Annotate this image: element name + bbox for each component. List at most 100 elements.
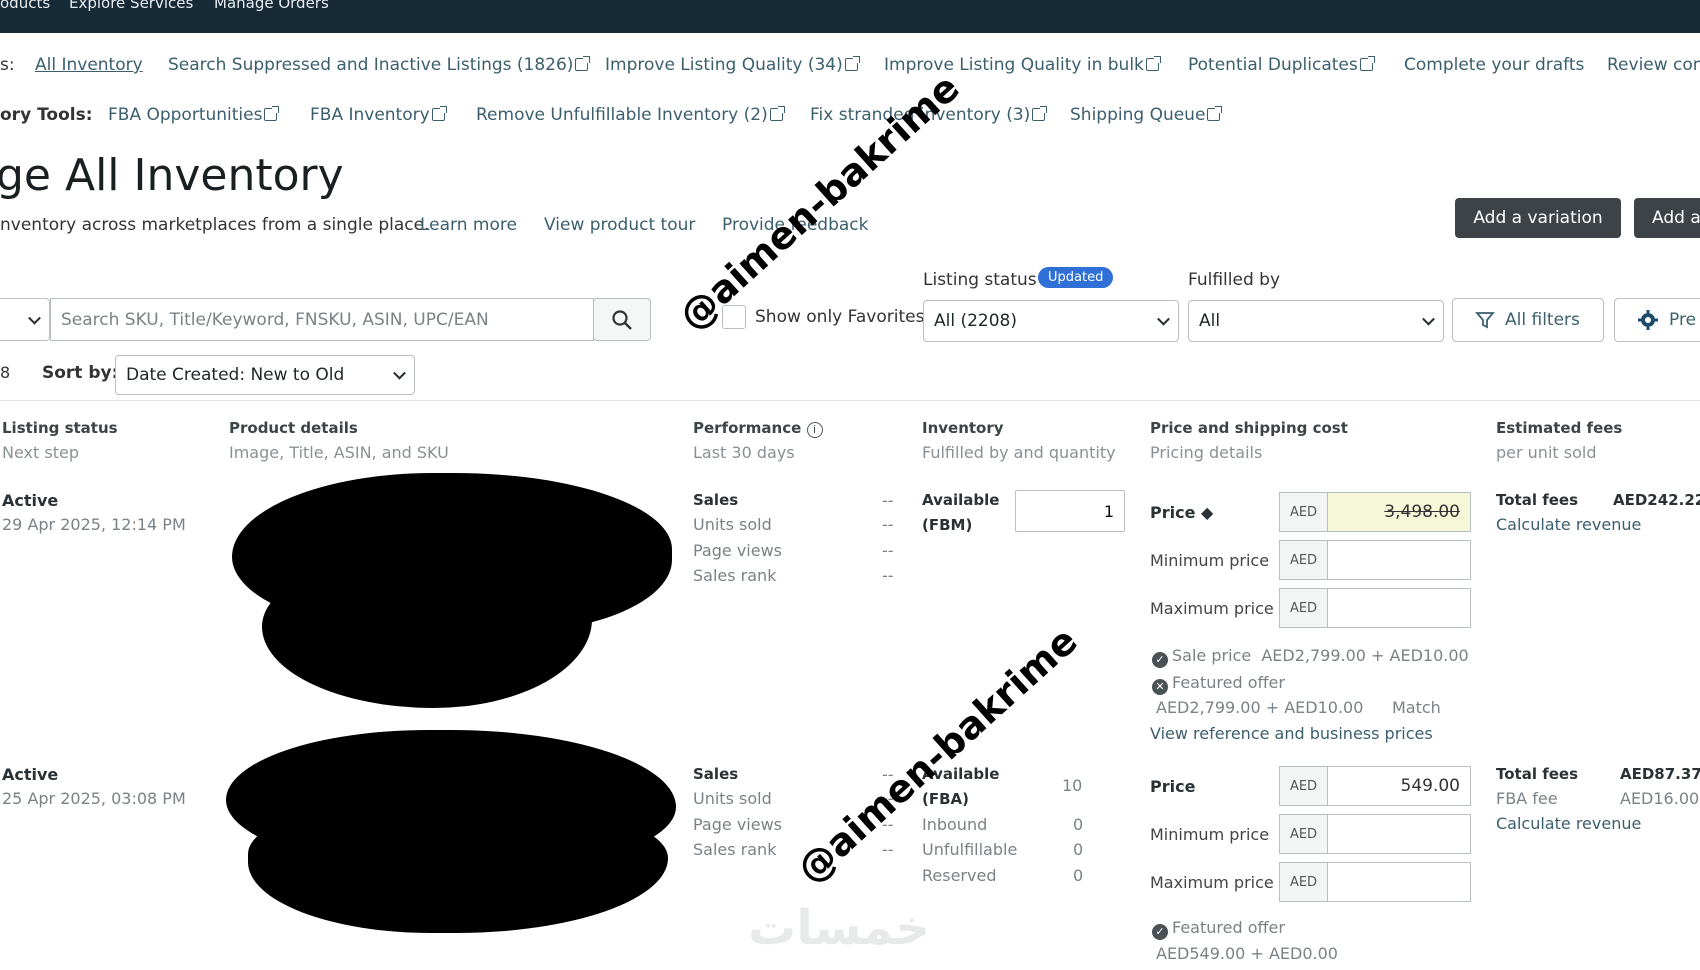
chevron-down-icon (1422, 312, 1435, 326)
fba-fee-label: FBA fee (1496, 789, 1558, 808)
fulfilled-by-select[interactable]: All (1188, 300, 1444, 342)
nav-products[interactable]: oducts (0, 0, 50, 12)
col-estimated-fees-sub: per unit sold (1496, 443, 1597, 462)
fulfilled-by-label: Fulfilled by (1188, 270, 1281, 290)
views-label: s: (0, 55, 15, 75)
external-link-icon (264, 106, 280, 121)
inv-reserved-label: Reserved (922, 866, 997, 885)
external-link-icon (1145, 56, 1161, 71)
price-input[interactable]: AED 3,498.00 (1279, 492, 1471, 532)
view-reference-prices-link[interactable]: View reference and business prices (1150, 724, 1433, 743)
max-price-input[interactable]: AED (1279, 588, 1471, 628)
link-improve-quality[interactable]: Improve Listing Quality (34) (605, 55, 860, 75)
row-date: 25 Apr 2025, 03:08 PM (2, 789, 186, 808)
sort-select[interactable]: Date Created: New to Old (115, 355, 415, 395)
page-subtitle: nventory across marketplaces from a sing… (0, 215, 430, 235)
col-listing-status: Listing status (2, 419, 118, 437)
sale-price-row: ✓ Sale price AED2,799.00 + AED10.00 (1152, 646, 1469, 668)
link-improve-quality-bulk[interactable]: Improve Listing Quality in bulk (884, 55, 1161, 75)
filter-icon (1475, 312, 1495, 329)
preferences-label: Pre (1669, 310, 1697, 330)
quantity-value: 1 (1103, 502, 1114, 521)
link-fba-inventory[interactable]: FBA Inventory (310, 105, 447, 125)
product-tour-link[interactable]: View product tour (544, 215, 695, 235)
redacted-product-details (248, 800, 668, 933)
col-performance-sub: Last 30 days (693, 443, 795, 462)
x-circle-icon: ✕ (1152, 679, 1168, 695)
featured-offer-row: ✓ Featured offer (1152, 918, 1285, 940)
link-suppressed-listings[interactable]: Search Suppressed and Inactive Listings … (168, 55, 591, 75)
nav-manage-orders[interactable]: Manage Orders (214, 0, 329, 12)
favorites-label: Show only Favorites (755, 307, 925, 327)
sort-value: Date Created: New to Old (126, 365, 345, 385)
listing-status-label: Listing status (923, 270, 1037, 290)
listing-status-value: All (2208) (934, 311, 1018, 331)
col-inventory-sub: Fulfilled by and quantity (922, 443, 1116, 462)
all-filters-button[interactable]: All filters (1452, 298, 1604, 342)
link-complete-drafts[interactable]: Complete your drafts (1404, 55, 1584, 75)
perf-views: Page views (693, 815, 782, 834)
page-title: ge All Inventory (0, 150, 344, 201)
link-potential-duplicates[interactable]: Potential Duplicates (1188, 55, 1375, 75)
info-icon[interactable]: i (806, 422, 823, 438)
row-date: 29 Apr 2025, 12:14 PM (2, 515, 186, 534)
col-listing-status-sub: Next step (2, 443, 79, 462)
row-status: Active (2, 765, 59, 784)
add-variation-button[interactable]: Add a variation (1455, 198, 1621, 238)
max-price-input[interactable]: AED (1279, 862, 1471, 902)
link-review[interactable]: Review com (1607, 55, 1700, 75)
preferences-button[interactable]: Pre (1614, 298, 1700, 342)
col-product-details: Product details (229, 419, 358, 437)
row-status: Active (2, 491, 59, 510)
perf-rank-value: -- (882, 566, 894, 585)
external-link-icon (769, 106, 785, 121)
link-remove-unfulfillable[interactable]: Remove Unfulfillable Inventory (2) (476, 105, 785, 125)
min-price-input[interactable]: AED (1279, 814, 1471, 854)
quantity-input[interactable]: 1 (1015, 490, 1125, 532)
chevron-down-icon (393, 366, 406, 380)
inv-inbound-value: 0 (1073, 815, 1084, 834)
featured-offer-value: AED549.00 + AED0.00 (1156, 944, 1338, 963)
perf-rank: Sales rank (693, 840, 777, 859)
max-price-label: Maximum price (1150, 873, 1274, 892)
search-scope-select[interactable] (0, 298, 50, 341)
total-fees-value: AED87.37 (1620, 765, 1700, 783)
currency-tag: AED (1280, 589, 1328, 627)
link-fba-opportunities[interactable]: FBA Opportunities (108, 105, 280, 125)
external-link-icon (1032, 106, 1048, 121)
chevron-down-icon (1157, 312, 1170, 326)
listing-status-select[interactable]: All (2208) (923, 300, 1179, 342)
add-product-button[interactable]: Add a (1634, 198, 1700, 238)
divider (0, 400, 1700, 401)
search-button[interactable] (593, 298, 651, 341)
tab-all-inventory[interactable]: All Inventory (35, 55, 143, 75)
learn-more-link[interactable]: Learn more (420, 215, 517, 235)
currency-tag: AED (1280, 815, 1328, 853)
inv-available-value: 10 (1062, 776, 1083, 795)
col-price-sub: Pricing details (1150, 443, 1263, 462)
watermark-site-logo: خمسات (748, 900, 930, 956)
perf-units-value: -- (882, 515, 894, 534)
top-navigation-bar: oducts Explore Services Manage Orders (0, 0, 1700, 33)
calculate-revenue-link[interactable]: Calculate revenue (1496, 814, 1641, 833)
inv-unfulfillable-value: 0 (1073, 840, 1084, 859)
price-input[interactable]: AED 549.00 (1279, 766, 1471, 806)
link-shipping-queue[interactable]: Shipping Queue (1070, 105, 1223, 125)
currency-tag: AED (1280, 493, 1328, 531)
max-price-label: Maximum price (1150, 599, 1274, 618)
tag-icon: ◆ (1201, 503, 1214, 522)
fulfilled-by-value: All (1199, 311, 1221, 331)
col-price: Price and shipping cost (1150, 419, 1348, 437)
perf-units: Units sold (693, 515, 772, 534)
total-fees-label: Total fees (1496, 491, 1579, 509)
perf-units: Units sold (693, 789, 772, 808)
match-label: Match (1392, 698, 1441, 717)
min-price-input[interactable]: AED (1279, 540, 1471, 580)
search-input[interactable]: Search SKU, Title/Keyword, FNSKU, ASIN, … (50, 298, 594, 341)
perf-rank: Sales rank (693, 566, 777, 585)
calculate-revenue-link[interactable]: Calculate revenue (1496, 515, 1641, 534)
redacted-product-details (262, 560, 592, 708)
total-fees-value: AED242.22 (1613, 491, 1700, 509)
nav-explore-services[interactable]: Explore Services (69, 0, 193, 12)
perf-views-value: -- (882, 541, 894, 560)
